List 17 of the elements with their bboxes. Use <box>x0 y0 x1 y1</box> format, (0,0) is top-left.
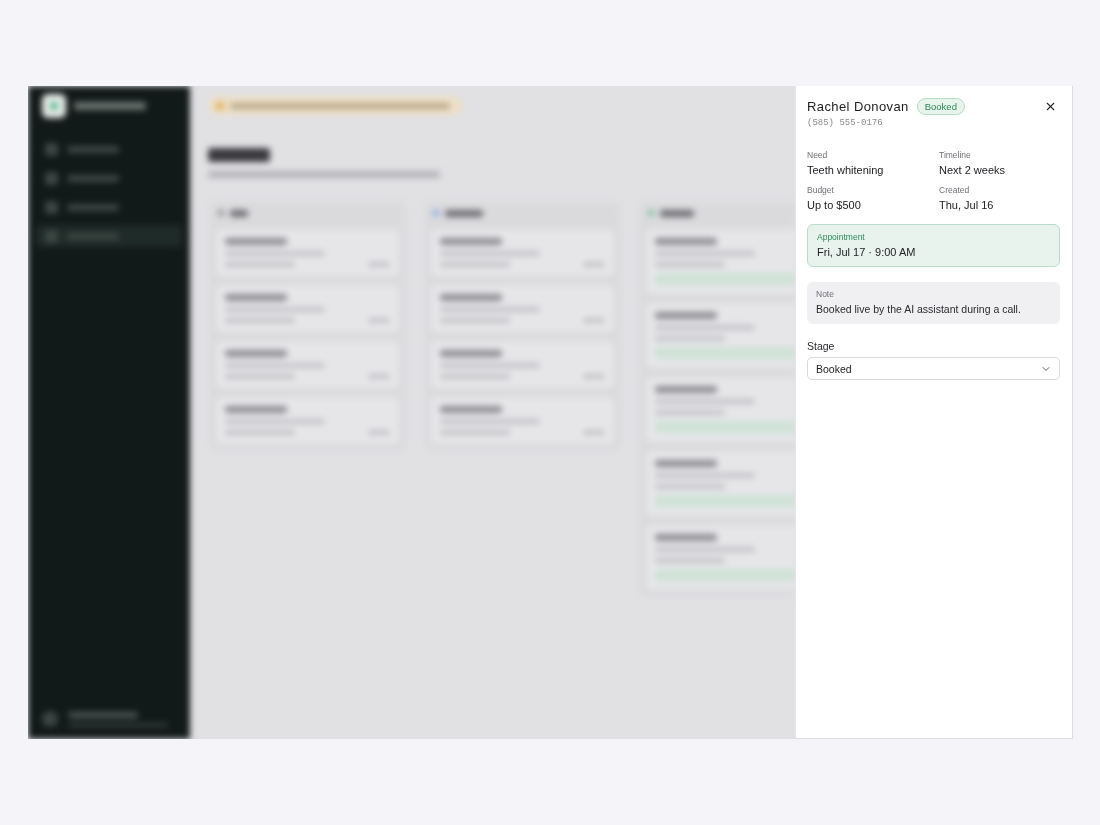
appointment-value: Fri, Jul 17 · 9:00 AM <box>817 246 916 258</box>
field-value: Teeth whitening <box>807 164 884 176</box>
note-label: Note <box>816 289 834 299</box>
lead-phone: (585) 555-0176 <box>807 118 883 128</box>
field-label: Budget <box>807 185 834 195</box>
field-label: Timeline <box>939 150 971 160</box>
stage-label: Stage <box>807 340 835 352</box>
stage-select[interactable]: Booked <box>807 357 1060 380</box>
note-text: Booked live by the AI assistant during a call. <box>816 303 1021 315</box>
appointment-label: Appointment <box>817 232 865 242</box>
field-label: Created <box>939 185 970 195</box>
field-value: Up to $500 <box>807 199 861 211</box>
field-value: Next 2 weeks <box>939 164 1006 176</box>
field-value: Thu, Jul 16 <box>939 199 994 211</box>
lead-name: Rachel Donovan <box>807 99 909 114</box>
status-badge: Booked <box>916 98 965 115</box>
field-label: Need <box>807 150 828 160</box>
